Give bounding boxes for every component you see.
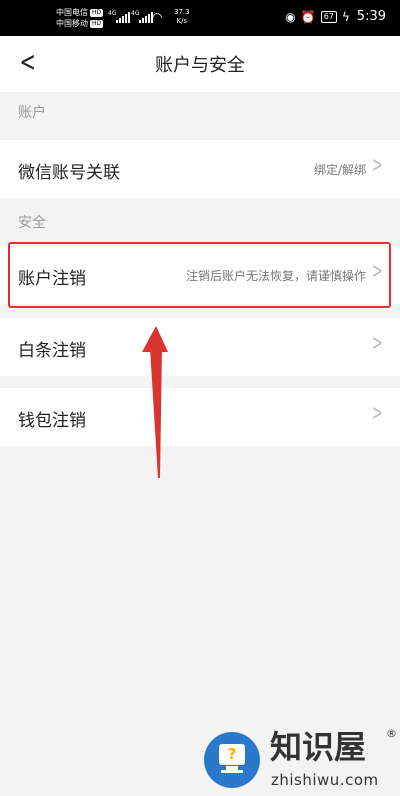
watermark: ? 知识屋 ® zhishiwu.com: [200, 723, 400, 796]
annotation-arrow-icon: [142, 326, 168, 478]
watermark-url: zhishiwu.com: [271, 771, 379, 789]
watermark-title: 知识屋: [270, 728, 367, 766]
question-monitor-icon: ?: [204, 732, 260, 788]
registered-icon: ®: [386, 727, 397, 740]
